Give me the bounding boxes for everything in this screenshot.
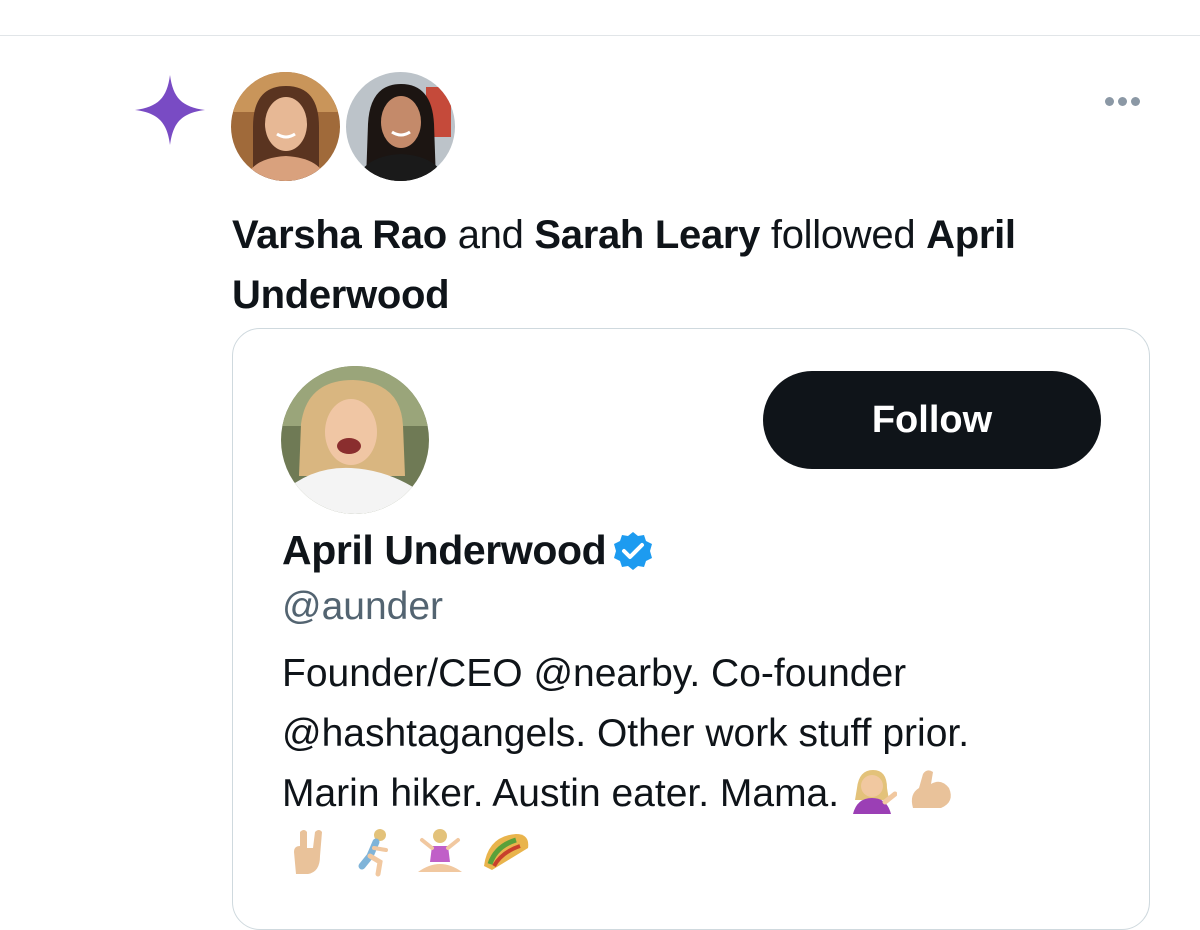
avatar-sarah-leary[interactable]	[346, 72, 455, 181]
woman-running-emoji	[358, 829, 388, 877]
bio-line-3: Marin hiker. Austin eater. Mama.	[282, 764, 1122, 824]
more-dot	[1104, 96, 1114, 106]
flexed-biceps-emoji	[911, 770, 951, 808]
bio-line: Marin hiker. Austin eater. Mama.	[282, 772, 840, 815]
more-options-button[interactable]	[1094, 84, 1150, 118]
profile-bio: Founder/CEO @nearby. Co-founder @hashtag…	[282, 644, 1122, 824]
display-name[interactable]: April Underwood	[282, 527, 607, 574]
follow-button[interactable]: Follow	[763, 371, 1101, 469]
verified-badge-icon	[614, 531, 653, 570]
profile-card[interactable]: Follow April Underwood @aunder Founder/C…	[232, 328, 1150, 930]
sign-of-horns-emoji	[294, 830, 322, 874]
notification-text: Varsha Rao and Sarah Leary followed Apri…	[232, 205, 1172, 325]
top-divider	[0, 35, 1200, 36]
profile-handle[interactable]: @aunder	[282, 585, 443, 629]
bio-line: Founder/CEO @nearby. Co-founder	[282, 652, 907, 695]
woman-lotus-position-emoji	[418, 829, 462, 872]
taco-emoji	[484, 834, 529, 870]
avatar-varsha-rao[interactable]	[231, 72, 340, 181]
actor-name-1[interactable]: Varsha Rao	[232, 213, 447, 257]
name-row: April Underwood	[282, 527, 654, 574]
actor-name-2[interactable]: Sarah Leary	[534, 213, 760, 257]
more-dot	[1130, 96, 1140, 106]
woman-tipping-hand-emoji	[853, 770, 898, 814]
bio-line: @hashtagangels. Other work stuff prior.	[282, 712, 970, 755]
bio-emoji-row	[282, 826, 532, 878]
sparkle-icon	[135, 75, 205, 145]
joiner-text: and	[446, 213, 535, 257]
more-dot	[1117, 96, 1127, 106]
verb-text: followed	[760, 213, 927, 257]
profile-avatar[interactable]	[281, 366, 429, 514]
